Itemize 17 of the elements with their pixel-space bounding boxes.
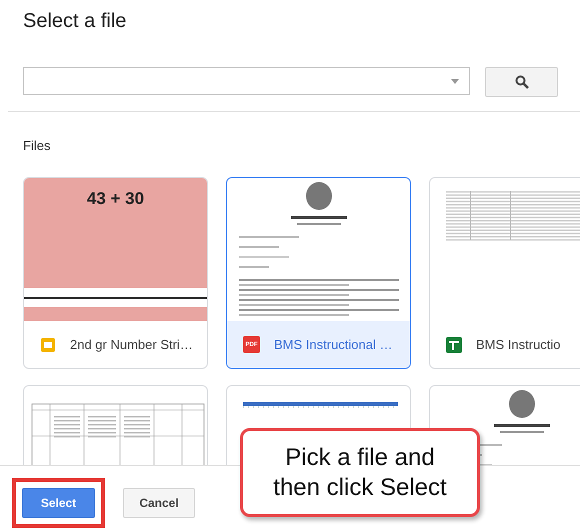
search-button[interactable]	[485, 67, 558, 97]
file-card[interactable]: BMS Instructio	[429, 177, 580, 369]
file-name: 2nd gr Number Stri…	[70, 337, 193, 352]
slide-text: 43 + 30	[86, 189, 144, 209]
cancel-button[interactable]: Cancel	[123, 488, 195, 518]
search-field[interactable]	[23, 67, 470, 95]
select-button[interactable]: Select	[22, 488, 95, 518]
search-icon	[514, 75, 528, 89]
file-name: BMS Instructional …	[274, 337, 392, 352]
callout-box: Pick a file and then click Select	[240, 428, 480, 517]
file-card[interactable]: 43 + 30 2nd gr Number Stri…	[23, 177, 208, 369]
slides-icon	[40, 336, 56, 352]
file-name: BMS Instructio	[476, 337, 561, 352]
sheets-icon	[446, 336, 462, 352]
dropdown-caret-icon[interactable]	[451, 78, 459, 84]
dialog-title: Select a file	[23, 10, 126, 33]
section-label: Files	[23, 138, 50, 153]
